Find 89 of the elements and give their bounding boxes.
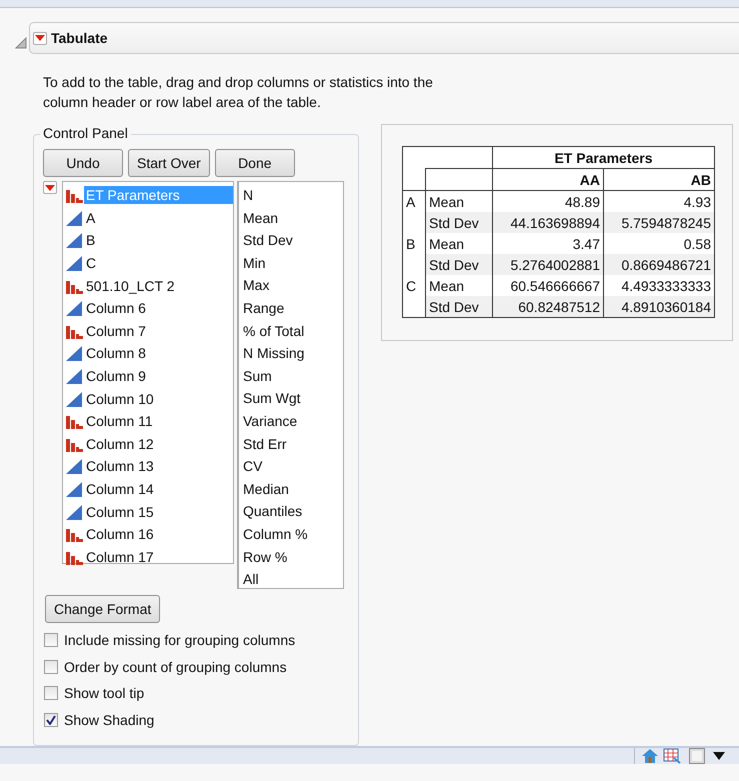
column-header: AA bbox=[492, 168, 604, 190]
checkbox-label: Show tool tip bbox=[64, 685, 144, 702]
row-label: Std Dev bbox=[429, 214, 479, 230]
variable-item[interactable]: C bbox=[84, 254, 98, 272]
variable-item[interactable]: Column 12 bbox=[84, 434, 156, 453]
statistic-item[interactable]: Row % bbox=[243, 546, 343, 568]
triangle-icon bbox=[65, 255, 83, 272]
variable-item[interactable]: Column 7 bbox=[84, 322, 148, 340]
statistic-item[interactable]: Column % bbox=[243, 522, 343, 546]
statistic-item[interactable]: % of Total bbox=[243, 320, 343, 342]
table-cell: 4.8910360184 bbox=[604, 296, 714, 318]
statistic-item[interactable]: Median bbox=[243, 478, 343, 500]
checkbox[interactable] bbox=[44, 633, 58, 648]
variable-item[interactable]: Column 11 bbox=[84, 412, 155, 430]
menu-button[interactable] bbox=[33, 32, 47, 44]
variable-item[interactable]: Column 13 bbox=[84, 457, 156, 476]
statistic-item[interactable]: Max bbox=[243, 274, 343, 297]
bar-chart-icon bbox=[65, 526, 83, 542]
change-format-button[interactable]: Change Format bbox=[45, 595, 160, 623]
triangle-icon bbox=[65, 232, 83, 248]
variable-item[interactable]: Column 17 bbox=[84, 548, 156, 566]
row-label: Mean bbox=[429, 278, 464, 294]
statistic-item[interactable]: Std Err bbox=[243, 432, 343, 456]
bar-chart-icon bbox=[65, 187, 83, 204]
statistic-item[interactable]: Mean bbox=[243, 206, 343, 230]
checkbox[interactable] bbox=[44, 686, 58, 700]
outline-title: Tabulate bbox=[51, 30, 108, 46]
statistic-item[interactable]: Sum bbox=[243, 364, 343, 388]
checkbox[interactable] bbox=[44, 660, 58, 674]
triangle-icon bbox=[65, 390, 83, 407]
triangle-icon bbox=[65, 368, 83, 384]
statistic-item[interactable]: Variance bbox=[243, 410, 343, 433]
column-menu-button[interactable] bbox=[43, 181, 57, 194]
square-icon[interactable] bbox=[689, 748, 705, 764]
variable-item[interactable]: Column 10 bbox=[84, 390, 156, 408]
variable-item[interactable]: 501.10_LCT 2 bbox=[84, 276, 176, 295]
triangle-icon bbox=[65, 458, 83, 474]
triangle-icon bbox=[65, 210, 83, 226]
triangle-icon bbox=[65, 300, 83, 316]
dropdown-icon[interactable] bbox=[713, 752, 725, 760]
row-group-label: B bbox=[406, 236, 416, 252]
row-label: Mean bbox=[429, 194, 464, 210]
row-label: Std Dev bbox=[429, 298, 479, 314]
disclosure-icon[interactable] bbox=[15, 37, 27, 49]
triangle-icon bbox=[65, 345, 83, 362]
triangle-icon bbox=[65, 504, 83, 520]
row-label: Mean bbox=[429, 236, 464, 252]
checkbox[interactable] bbox=[44, 713, 58, 728]
panel-title: Control Panel bbox=[40, 125, 131, 141]
grid-icon[interactable] bbox=[663, 748, 681, 764]
statistic-item[interactable]: N bbox=[243, 184, 343, 207]
variable-item[interactable]: A bbox=[84, 208, 98, 227]
statistic-item[interactable]: Range bbox=[243, 296, 343, 320]
variable-item[interactable]: Column 15 bbox=[84, 502, 156, 521]
table-cell: 0.8669486721 bbox=[604, 254, 714, 275]
caret-icon bbox=[35, 35, 45, 41]
variable-item[interactable]: Column 6 bbox=[84, 299, 148, 318]
variable-item[interactable]: Column 9 bbox=[84, 367, 148, 386]
statistic-item[interactable]: Sum Wgt bbox=[243, 387, 343, 410]
statistic-item[interactable]: Min bbox=[243, 252, 343, 274]
panel-button[interactable]: Start Over bbox=[128, 149, 210, 177]
statistic-item[interactable]: Quantiles bbox=[243, 500, 343, 523]
checkbox-label: Order by count of grouping columns bbox=[64, 658, 287, 675]
column-group-header: ET Parameters bbox=[492, 146, 714, 168]
statistic-item[interactable]: N Missing bbox=[243, 342, 343, 365]
row-label: Std Dev bbox=[429, 256, 479, 272]
panel-button[interactable]: Undo bbox=[43, 149, 123, 177]
table-cell: 5.7594878245 bbox=[604, 212, 714, 233]
bar-chart-icon bbox=[65, 413, 83, 430]
table-cell: 5.2764002881 bbox=[492, 254, 604, 275]
home-icon[interactable] bbox=[641, 748, 659, 764]
panel-button[interactable]: Done bbox=[214, 149, 295, 177]
statistic-item[interactable]: Std Dev bbox=[243, 229, 343, 252]
caret-icon bbox=[45, 184, 55, 190]
table-cell: 60.82487512 bbox=[492, 296, 604, 318]
statistic-item[interactable]: All bbox=[243, 568, 343, 591]
instructions-text: To add to the table, drag and drop columns or statistics into the column header or row label area of the table. bbox=[43, 73, 434, 112]
variable-item[interactable]: Column 8 bbox=[84, 344, 148, 362]
column-header: AB bbox=[604, 168, 714, 190]
statistic-item[interactable]: CV bbox=[243, 455, 343, 478]
row-group-label: C bbox=[406, 278, 416, 294]
row-group-label: A bbox=[406, 194, 416, 210]
variable-item[interactable]: B bbox=[84, 231, 98, 250]
triangle-icon bbox=[65, 481, 83, 498]
variable-item[interactable]: Column 14 bbox=[84, 480, 156, 498]
checkbox-label: Show Shading bbox=[64, 712, 154, 728]
table-cell: 44.163698894 bbox=[492, 212, 604, 233]
checkbox-label: Include missing for grouping columns bbox=[64, 632, 296, 648]
variable-item[interactable]: Column 16 bbox=[84, 525, 156, 544]
